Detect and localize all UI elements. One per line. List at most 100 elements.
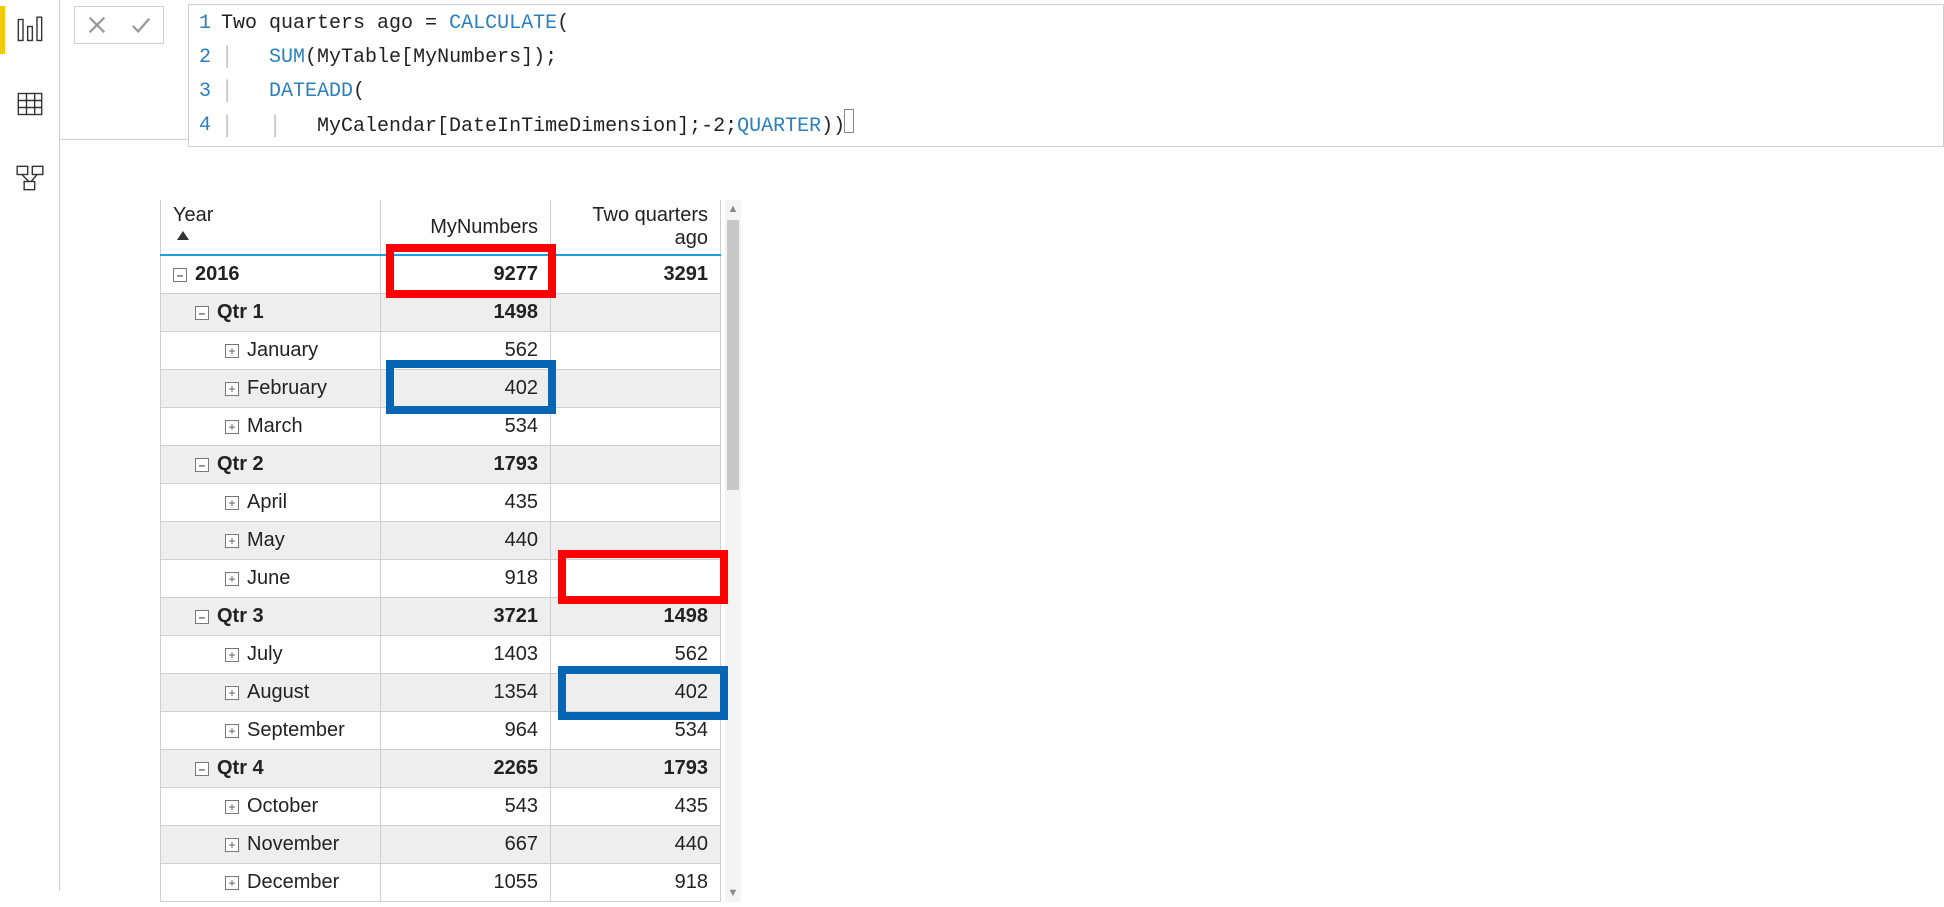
collapse-icon[interactable]: –: [195, 458, 209, 472]
row-label: Qtr 3: [217, 605, 264, 627]
cell-two-quarters-ago: 3291: [551, 255, 721, 293]
row-label: Qtr 4: [217, 757, 264, 779]
line-gutter: 1 2 3 4: [189, 5, 219, 146]
main-area: 1 2 3 4 Two quarters ago = CALCULATE(│ S…: [60, 0, 1944, 891]
row-label-cell[interactable]: + December: [161, 863, 381, 901]
row-label-cell[interactable]: –Qtr 3: [161, 597, 381, 635]
row-label-cell[interactable]: –2016: [161, 255, 381, 293]
expand-icon[interactable]: +: [225, 876, 239, 890]
row-label-cell[interactable]: + May: [161, 521, 381, 559]
row-label: May: [247, 529, 285, 551]
header-two-quarters-ago[interactable]: Two quarters ago: [551, 200, 721, 255]
table-row[interactable]: +March534: [161, 407, 721, 445]
expand-icon[interactable]: +: [225, 344, 239, 358]
row-label: July: [247, 643, 283, 665]
cell-two-quarters-ago: [551, 445, 721, 483]
report-canvas[interactable]: Year MyNumbers Two quarters ago –2016927…: [60, 140, 1944, 907]
cell-mynumbers: 402: [381, 369, 551, 407]
cell-two-quarters-ago: [551, 369, 721, 407]
table-row[interactable]: –201692773291: [161, 255, 721, 293]
report-view-icon[interactable]: [8, 8, 52, 52]
cell-two-quarters-ago: 534: [551, 711, 721, 749]
formula-editor[interactable]: 1 2 3 4 Two quarters ago = CALCULATE(│ S…: [188, 4, 1944, 147]
table-row[interactable]: +May440: [161, 521, 721, 559]
cell-two-quarters-ago: [551, 521, 721, 559]
table-row[interactable]: +December1055918: [161, 863, 721, 901]
table-row[interactable]: –Qtr 21793: [161, 445, 721, 483]
cell-mynumbers: 1354: [381, 673, 551, 711]
scroll-down-icon[interactable]: ▼: [725, 884, 741, 902]
cell-mynumbers: 2265: [381, 749, 551, 787]
row-label-cell[interactable]: –Qtr 2: [161, 445, 381, 483]
active-view-indicator: [0, 6, 5, 54]
indent-guide: │ │: [221, 115, 317, 138]
cell-mynumbers: 9277: [381, 255, 551, 293]
expand-icon[interactable]: +: [225, 838, 239, 852]
row-label-cell[interactable]: +April: [161, 483, 381, 521]
row-label-cell[interactable]: –Qtr 1: [161, 293, 381, 331]
row-label: Qtr 1: [217, 301, 264, 323]
expand-icon[interactable]: +: [225, 382, 239, 396]
header-year[interactable]: Year: [161, 200, 381, 255]
collapse-icon[interactable]: –: [173, 268, 187, 282]
formula-code[interactable]: Two quarters ago = CALCULATE(│ SUM(MyTab…: [219, 5, 864, 146]
header-mynumbers[interactable]: MyNumbers: [381, 200, 551, 255]
row-label-cell[interactable]: + September: [161, 711, 381, 749]
expand-icon[interactable]: +: [225, 686, 239, 700]
row-label: September: [247, 719, 345, 741]
cell-mynumbers: 435: [381, 483, 551, 521]
expand-icon[interactable]: +: [225, 800, 239, 814]
table-row[interactable]: –Qtr 422651793: [161, 749, 721, 787]
cell-two-quarters-ago: [551, 483, 721, 521]
formula-commit-button[interactable]: [119, 7, 163, 43]
collapse-icon[interactable]: –: [195, 610, 209, 624]
cell-two-quarters-ago: 918: [551, 863, 721, 901]
table-row[interactable]: +June918: [161, 559, 721, 597]
row-label: August: [247, 681, 309, 703]
collapse-icon[interactable]: –: [195, 306, 209, 320]
row-label-cell[interactable]: + February: [161, 369, 381, 407]
expand-icon[interactable]: +: [225, 572, 239, 586]
table-row[interactable]: +November667440: [161, 825, 721, 863]
expand-icon[interactable]: +: [225, 496, 239, 510]
table-row[interactable]: +January562: [161, 331, 721, 369]
table-row[interactable]: +April435: [161, 483, 721, 521]
table-row[interactable]: –Qtr 337211498: [161, 597, 721, 635]
code-fn: QUARTER: [737, 115, 821, 138]
cell-two-quarters-ago: 562: [551, 635, 721, 673]
table-row[interactable]: +October543435: [161, 787, 721, 825]
expand-icon[interactable]: +: [225, 648, 239, 662]
table-row[interactable]: +July1403562: [161, 635, 721, 673]
formula-cancel-button[interactable]: [75, 7, 119, 43]
row-label-cell[interactable]: +October: [161, 787, 381, 825]
model-view-icon[interactable]: [8, 156, 52, 200]
vertical-scrollbar[interactable]: ▲ ▼: [725, 200, 741, 902]
table-row[interactable]: +August1354402: [161, 673, 721, 711]
expand-icon[interactable]: +: [225, 534, 239, 548]
row-label-cell[interactable]: + August: [161, 673, 381, 711]
row-label: February: [247, 377, 327, 399]
matrix-visual[interactable]: Year MyNumbers Two quarters ago –2016927…: [160, 200, 721, 902]
row-label-cell[interactable]: +November: [161, 825, 381, 863]
code-text: MyCalendar[DateInTimeDimension];-2;: [317, 115, 737, 138]
cell-two-quarters-ago: [551, 293, 721, 331]
table-row[interactable]: + February 402: [161, 369, 721, 407]
expand-icon[interactable]: +: [225, 724, 239, 738]
expand-icon[interactable]: +: [225, 420, 239, 434]
cell-mynumbers: 667: [381, 825, 551, 863]
row-label-cell[interactable]: +January: [161, 331, 381, 369]
data-view-icon[interactable]: [8, 82, 52, 126]
row-label-cell[interactable]: +March: [161, 407, 381, 445]
scroll-thumb[interactable]: [727, 220, 739, 490]
row-label-cell[interactable]: + July: [161, 635, 381, 673]
table-row[interactable]: –Qtr 11498: [161, 293, 721, 331]
line-number: 3: [199, 75, 211, 109]
cell-two-quarters-ago: 435: [551, 787, 721, 825]
row-label-cell[interactable]: –Qtr 4: [161, 749, 381, 787]
row-label: December: [247, 871, 339, 893]
row-label: June: [247, 567, 290, 589]
scroll-up-icon[interactable]: ▲: [725, 200, 741, 218]
table-row[interactable]: +September964534: [161, 711, 721, 749]
collapse-icon[interactable]: –: [195, 762, 209, 776]
row-label-cell[interactable]: + June: [161, 559, 381, 597]
